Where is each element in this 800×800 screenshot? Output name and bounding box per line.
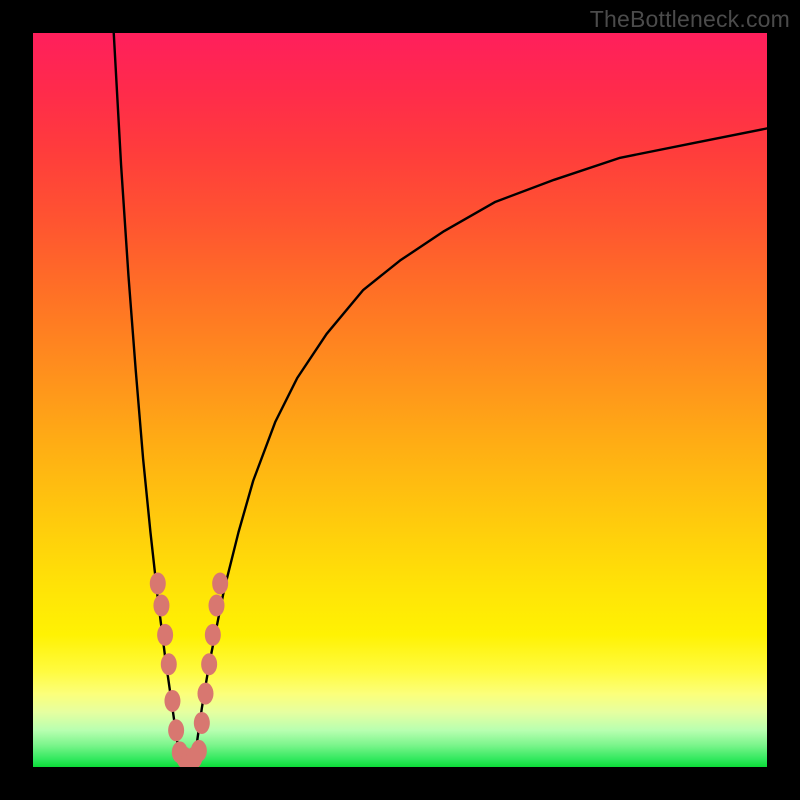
curve-right-branch bbox=[194, 128, 767, 759]
marker-dot bbox=[201, 653, 217, 675]
marker-dot bbox=[191, 740, 207, 762]
chart-frame: TheBottleneck.com bbox=[0, 0, 800, 800]
curve-left-branch bbox=[114, 33, 180, 760]
marker-dot bbox=[212, 573, 228, 595]
marker-dot bbox=[197, 683, 213, 705]
marker-dot bbox=[194, 712, 210, 734]
watermark-text: TheBottleneck.com bbox=[590, 6, 790, 33]
plot-area bbox=[33, 33, 767, 767]
marker-dot bbox=[150, 573, 166, 595]
marker-group bbox=[150, 573, 228, 768]
marker-dot bbox=[164, 690, 180, 712]
marker-dot bbox=[161, 653, 177, 675]
curves-layer bbox=[33, 33, 767, 767]
marker-dot bbox=[205, 624, 221, 646]
series-group bbox=[114, 33, 767, 760]
marker-dot bbox=[157, 624, 173, 646]
marker-dot bbox=[209, 595, 225, 617]
marker-dot bbox=[168, 719, 184, 741]
marker-dot bbox=[153, 595, 169, 617]
